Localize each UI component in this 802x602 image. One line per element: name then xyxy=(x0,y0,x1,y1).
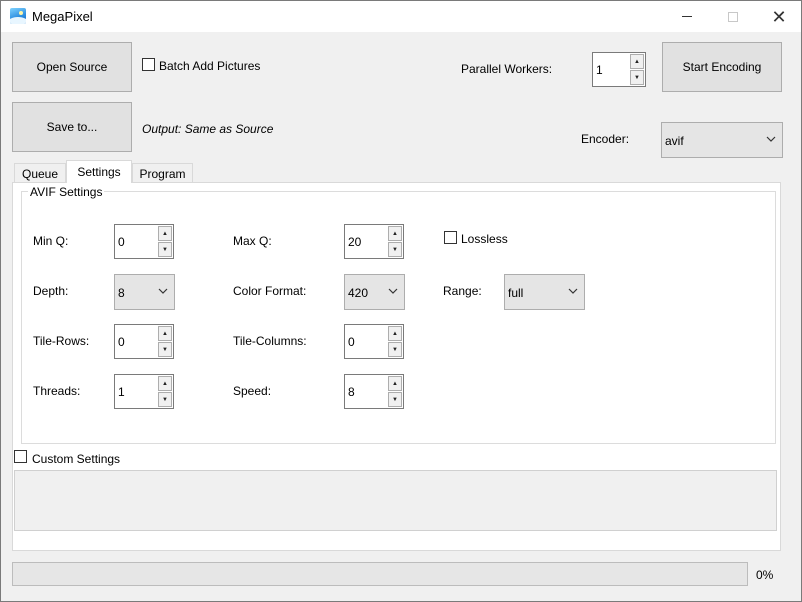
settings-panel: AVIF Settings Min Q: 0 ▲ ▼ Max Q: 20 ▲ ▼ L… xyxy=(12,182,781,551)
threads-spinbox[interactable]: 1 ▲ ▼ xyxy=(114,374,174,409)
spin-up-icon[interactable]: ▲ xyxy=(388,376,402,391)
depth-value: 8 xyxy=(118,286,125,300)
chevron-down-icon xyxy=(388,288,398,294)
batch-add-label: Batch Add Pictures xyxy=(159,59,261,73)
custom-settings-label: Custom Settings xyxy=(32,452,121,466)
spin-down-icon[interactable]: ▼ xyxy=(388,342,402,357)
tab-queue[interactable]: Queue xyxy=(14,163,66,183)
progress-bar xyxy=(12,562,748,586)
threads-label: Threads: xyxy=(33,384,81,398)
spin-down-icon[interactable]: ▼ xyxy=(388,392,402,407)
chevron-down-icon xyxy=(158,288,168,294)
spin-up-icon[interactable]: ▲ xyxy=(388,226,402,241)
depth-label: Depth: xyxy=(33,284,69,298)
chevron-down-icon xyxy=(568,288,578,294)
spin-up-icon[interactable]: ▲ xyxy=(158,226,172,241)
speed-spinbox[interactable]: 8 ▲ ▼ xyxy=(344,374,404,409)
range-select[interactable]: full xyxy=(504,274,585,310)
batch-add-checkbox[interactable] xyxy=(142,58,155,71)
lossless-label: Lossless xyxy=(461,232,508,246)
spin-down-icon[interactable]: ▼ xyxy=(158,242,172,257)
range-label: Range: xyxy=(443,284,482,298)
color-format-select[interactable]: 420 xyxy=(344,274,405,310)
encoder-value: avif xyxy=(665,134,684,148)
output-path-text: Output: Same as Source xyxy=(142,122,274,136)
lossless-checkbox[interactable] xyxy=(444,231,457,244)
tile-rows-value: 0 xyxy=(118,335,125,349)
progress-percent: 0% xyxy=(756,568,774,582)
range-value: full xyxy=(508,286,524,300)
spin-down-icon[interactable]: ▼ xyxy=(630,70,644,85)
min-q-label: Min Q: xyxy=(33,234,69,248)
threads-value: 1 xyxy=(118,385,125,399)
encoder-label: Encoder: xyxy=(581,132,630,146)
minimize-button[interactable] xyxy=(664,1,710,32)
max-q-spinbox[interactable]: 20 ▲ ▼ xyxy=(344,224,404,259)
chevron-down-icon xyxy=(766,136,776,142)
depth-select[interactable]: 8 xyxy=(114,274,175,310)
tile-columns-value: 0 xyxy=(348,335,355,349)
title-bar[interactable]: MegaPixel ✕ xyxy=(1,1,801,32)
avif-settings-title: AVIF Settings xyxy=(28,185,105,199)
color-format-value: 420 xyxy=(348,286,369,300)
parallel-workers-spinbox[interactable]: 1 ▲ ▼ xyxy=(592,52,646,87)
parallel-workers-label: Parallel Workers: xyxy=(461,62,553,76)
maximize-button[interactable] xyxy=(710,1,756,32)
spin-up-icon[interactable]: ▲ xyxy=(630,54,644,69)
spin-up-icon[interactable]: ▲ xyxy=(158,326,172,341)
custom-settings-checkbox[interactable] xyxy=(14,450,27,463)
parallel-workers-value: 1 xyxy=(596,63,603,77)
minimize-icon xyxy=(682,16,692,17)
save-to-button[interactable]: Save to... xyxy=(12,102,132,152)
close-icon: ✕ xyxy=(771,6,787,27)
tab-program[interactable]: Program xyxy=(132,163,193,183)
color-format-label: Color Format: xyxy=(233,284,307,298)
max-q-value: 20 xyxy=(348,235,362,249)
encoder-select[interactable]: avif xyxy=(661,122,783,158)
open-source-button[interactable]: Open Source xyxy=(12,42,132,92)
spin-down-icon[interactable]: ▼ xyxy=(388,242,402,257)
tile-columns-label: Tile-Columns: xyxy=(233,334,307,348)
maximize-icon xyxy=(728,11,738,22)
spin-down-icon[interactable]: ▼ xyxy=(158,342,172,357)
spin-up-icon[interactable]: ▲ xyxy=(388,326,402,341)
start-encoding-button[interactable]: Start Encoding xyxy=(662,42,782,92)
window-title: MegaPixel xyxy=(32,9,93,24)
main-window: MegaPixel ✕ Open Source Batch Add Pictur… xyxy=(0,0,802,602)
spin-down-icon[interactable]: ▼ xyxy=(158,392,172,407)
speed-label: Speed: xyxy=(233,384,272,398)
tab-settings[interactable]: Settings xyxy=(66,160,132,183)
max-q-label: Max Q: xyxy=(233,234,272,248)
speed-value: 8 xyxy=(348,385,355,399)
min-q-value: 0 xyxy=(118,235,125,249)
tile-rows-spinbox[interactable]: 0 ▲ ▼ xyxy=(114,324,174,359)
custom-settings-textarea[interactable] xyxy=(14,470,777,531)
min-q-spinbox[interactable]: 0 ▲ ▼ xyxy=(114,224,174,259)
app-logo-icon xyxy=(10,8,26,24)
tile-rows-label: Tile-Rows: xyxy=(33,334,90,348)
tile-columns-spinbox[interactable]: 0 ▲ ▼ xyxy=(344,324,404,359)
spin-up-icon[interactable]: ▲ xyxy=(158,376,172,391)
close-button[interactable]: ✕ xyxy=(756,1,802,32)
